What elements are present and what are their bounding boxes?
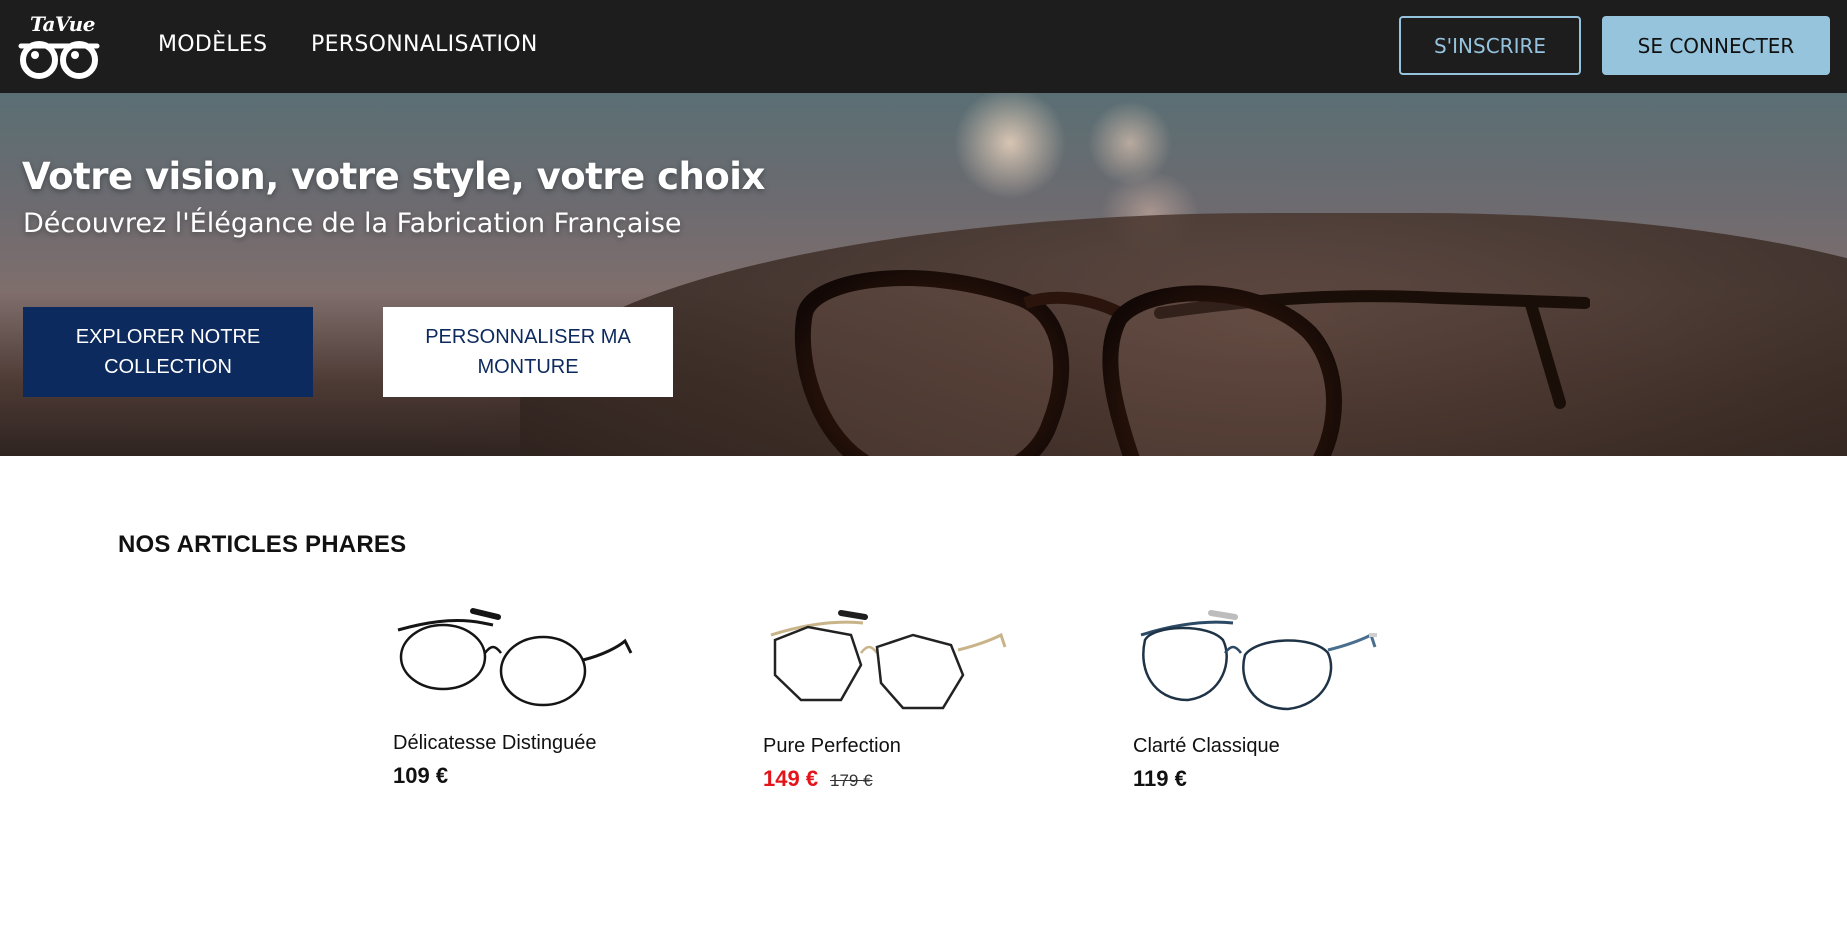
customize-frame-button[interactable]: PERSONNALISER MA MONTURE (383, 307, 673, 397)
hero-subtitle: Découvrez l'Élégance de la Fabrication F… (23, 208, 682, 239)
login-button[interactable]: SE CONNECTER (1602, 16, 1830, 75)
product-price: 109 € (393, 763, 449, 788)
nav-link-customization[interactable]: PERSONNALISATION (311, 32, 538, 57)
round-blue-glasses-icon (1140, 610, 1377, 711)
product-price: 119 € (1133, 766, 1187, 791)
hero-title: Votre vision, votre style, votre choix (22, 155, 765, 198)
hexagonal-gold-glasses-icon (770, 610, 1007, 710)
glasses-logo-icon (18, 41, 100, 79)
product-card-delicatesse[interactable]: Délicatesse Distinguée 109 € (393, 605, 653, 805)
hero-banner: Votre vision, votre style, votre choix D… (0, 93, 1847, 456)
product-original-price: 179 € (830, 771, 873, 790)
product-name: Délicatesse Distinguée (393, 732, 597, 754)
hero-glasses-image (794, 270, 1590, 456)
product-name: Pure Perfection (763, 735, 901, 757)
product-sale-price: 149 € (763, 766, 819, 791)
product-card-pure-perfection[interactable]: Pure Perfection 149 € 179 € (763, 605, 1023, 805)
nav-link-models[interactable]: MODÈLES (158, 32, 267, 57)
product-card-clarte[interactable]: Clarté Classique 119 € (1133, 605, 1393, 805)
product-name: Clarté Classique (1133, 735, 1280, 757)
round-black-glasses-icon (397, 608, 633, 707)
featured-section-title: NOS ARTICLES PHARES (118, 531, 407, 558)
logo-wordmark: TaVue (30, 12, 95, 36)
explore-collection-button[interactable]: EXPLORER NOTRE COLLECTION (23, 307, 313, 397)
top-navigation-bar: TaVue MODÈLES PERSONNALISATION S'INSCRIR… (0, 0, 1847, 93)
signup-button[interactable]: S'INSCRIRE (1399, 16, 1581, 75)
brand-logo[interactable]: TaVue (18, 12, 100, 80)
